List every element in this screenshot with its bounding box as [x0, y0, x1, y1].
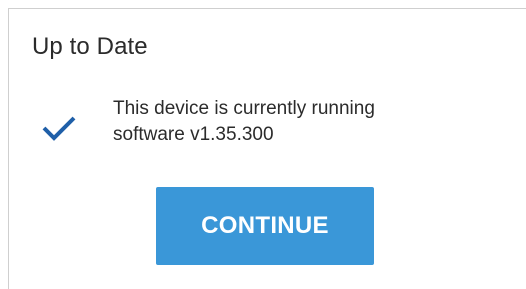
update-status-dialog: Up to Date This device is currently runn…: [8, 8, 526, 289]
status-message-line-1: This device is currently running: [113, 98, 375, 119]
status-message-line-2: software v1.35.300: [113, 124, 274, 145]
checkmark-icon: [42, 116, 76, 141]
status-message: This device is currently running softwar…: [113, 96, 453, 148]
dialog-title: Up to Date: [32, 33, 148, 60]
continue-button[interactable]: CONTINUE: [156, 187, 374, 265]
